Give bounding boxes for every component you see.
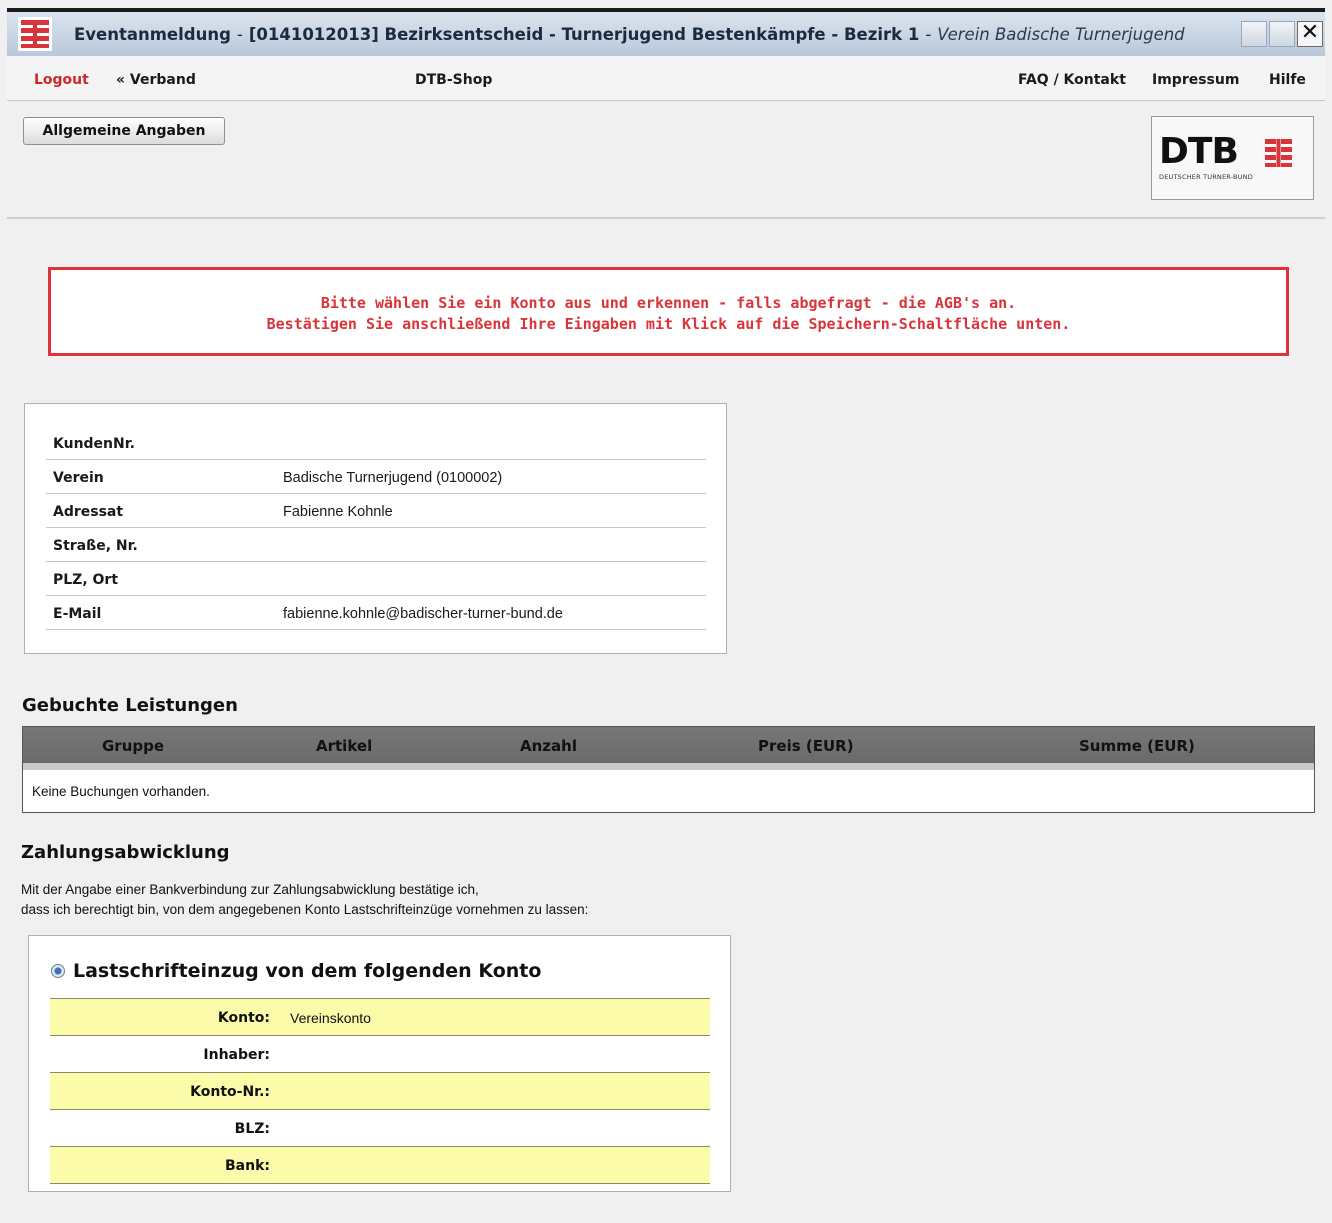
payment-row-bank: Bank: [50,1146,710,1183]
title-separator: - [925,24,932,44]
hilfe-link[interactable]: Hilfe [1269,72,1306,88]
alert-line-1: Bitte wählen Sie ein Konto aus und erken… [320,294,1017,312]
logo-wordmark: DTB [1159,131,1239,172]
payment-table-bottom-rule [50,1183,710,1184]
payment-row-konto-nr: Konto-Nr.: [50,1072,710,1109]
konto-select-value[interactable]: Vereinskonto [290,1010,371,1026]
lastschrift-radio[interactable] [51,964,65,978]
faq-kontakt-link[interactable]: FAQ / Kontakt [1018,72,1126,88]
payment-description-line-1: Mit der Angabe einer Bankverbindung zur … [21,882,479,897]
payment-field-label: Konto-Nr.: [190,1084,270,1100]
dtb-emblem-icon [1265,139,1292,167]
header-divider [7,217,1325,219]
payment-description-line-2: dass ich berechtigt bin, von dem angegeb… [21,902,589,917]
payment-field-label: Bank: [225,1158,270,1174]
impressum-link[interactable]: Impressum [1152,72,1239,88]
title-prefix: Eventanmeldung [74,24,231,44]
logout-link[interactable]: Logout [34,72,89,88]
payment-field-label: Konto: [217,1010,270,1026]
window-titlebar: Eventanmeldung - [0141012013] Bezirksentsc… [7,8,1325,56]
info-label: E-Mail [53,606,102,622]
table-header: Gruppe Artikel Anzahl Preis (EUR) Summe … [23,727,1314,763]
info-row-verein: Verein Badische Turnerjugend (0100002) [46,460,706,494]
logo-subtitle: DEUTSCHER TURNER-BUND [1159,173,1253,181]
customer-info-panel: KundenNr. Verein Badische Turnerjugend (… [24,403,727,654]
info-row-kundennr: KundenNr. [46,426,706,460]
title-separator: - [236,24,243,44]
info-label: KundenNr. [53,436,135,452]
dtb-logo: DTB DEUTSCHER TURNER-BUND [1151,116,1314,200]
info-row-strasse: Straße, Nr. [46,528,706,562]
payment-panel: Lastschrifteinzug von dem folgenden Kont… [28,935,731,1192]
lastschrift-option-label[interactable]: Lastschrifteinzug von dem folgenden Kont… [73,960,541,982]
info-row-plz-ort: PLZ, Ort [46,562,706,596]
verband-link[interactable]: « Verband [116,72,196,88]
payment-row-blz: BLZ: [50,1109,710,1146]
empty-table-message: Keine Buchungen vorhanden. [32,784,210,799]
column-header-anzahl: Anzahl [520,737,577,755]
maximize-button[interactable] [1269,21,1295,47]
minimize-button[interactable] [1241,21,1267,47]
column-header-artikel: Artikel [316,737,373,755]
payment-row-inhaber: Inhaber: [50,1035,710,1072]
window-title: Eventanmeldung - [0141012013] Bezirksentsc… [74,25,1185,44]
column-header-gruppe: Gruppe [102,737,165,755]
info-row-adressat: Adressat Fabienne Kohnle [46,494,706,528]
bookings-heading: Gebuchte Leistungen [22,695,238,716]
table-header-divider [23,763,1314,770]
info-label: PLZ, Ort [53,572,119,588]
info-row-email: E-Mail fabienne.kohnle@badischer-turner-… [46,596,706,630]
close-button[interactable]: ✕ [1297,21,1323,47]
info-value: Fabienne Kohnle [283,504,393,520]
info-label: Verein [53,470,104,486]
payment-row-konto: Konto: Vereinskonto [50,998,710,1035]
payment-field-label: BLZ: [234,1121,270,1137]
info-value: fabienne.kohnle@badischer-turner-bund.de [283,606,563,622]
top-navigation: Logout « Verband DTB-Shop FAQ / Kontakt … [7,56,1325,101]
column-header-summe: Summe (EUR) [1079,737,1195,755]
bookings-table: Gruppe Artikel Anzahl Preis (EUR) Summe … [22,726,1315,813]
info-value: Badische Turnerjugend (0100002) [283,470,503,486]
dtb-shop-link[interactable]: DTB-Shop [415,72,492,88]
alert-line-2: Bestätigen Sie anschließend Ihre Eingabe… [266,315,1071,333]
window-controls: ✕ [1241,21,1323,47]
event-title: [0141012013] Bezirksentscheid - Turnerju… [248,24,920,44]
info-label: Straße, Nr. [53,538,138,554]
instruction-alert: Bitte wählen Sie ein Konto aus und erken… [48,267,1289,356]
dtb-app-icon [18,17,52,51]
payment-field-label: Inhaber: [203,1047,270,1063]
column-header-preis: Preis (EUR) [758,737,854,755]
allgemeine-angaben-button[interactable]: Allgemeine Angaben [23,117,225,145]
payment-heading: Zahlungsabwicklung [21,842,230,863]
info-label: Adressat [53,504,124,520]
verein-label: Verein Badische Turnerjugend [937,24,1185,44]
